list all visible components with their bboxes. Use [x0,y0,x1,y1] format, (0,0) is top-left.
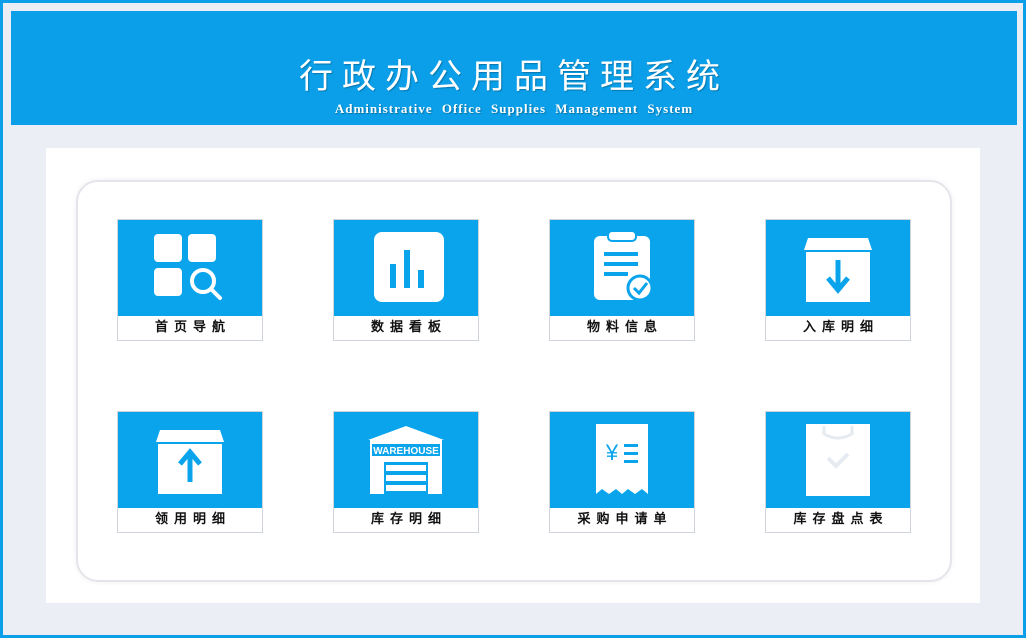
data-dashboard-button[interactable]: 数据看板 [333,219,479,341]
svg-text:¥: ¥ [605,440,619,465]
tile-label: 领用明细 [154,512,231,527]
bar-chart-icon [374,232,444,302]
header-banner: 行政办公用品管理系统 Administrative Office Supplie… [11,11,1017,125]
home-navigation-button[interactable]: 首页导航 [117,219,263,341]
dashboard-grid-search-icon [154,234,222,300]
app-title: 行政办公用品管理系统 [299,57,729,97]
inbound-details-button[interactable]: 入库明细 [765,219,911,341]
box-arrow-down-icon [804,238,872,302]
stocktake-sheet-button[interactable]: 库存盘点表 [765,411,911,533]
yen-receipt-icon: ¥ [596,424,648,494]
main-panel: 首页导航 数据看板 物料信息 入库明细 领用明细 WAREHOUSE 库存明细 … [46,148,980,603]
tile-label: 库存明细 [370,512,447,527]
box-arrow-up-icon [156,430,224,494]
requisition-details-button[interactable]: 领用明细 [117,411,263,533]
inventory-details-button[interactable]: WAREHOUSE 库存明细 [333,411,479,533]
tile-label: 数据看板 [370,320,447,335]
purchase-request-button[interactable]: ¥ 采购申请单 [549,411,695,533]
clipboard-check-icon [594,230,654,302]
material-info-button[interactable]: 物料信息 [549,219,695,341]
tile-label: 首页导航 [154,320,231,335]
app-subtitle: Administrative Office Supplies Managemen… [334,101,694,116]
warehouse-icon: WAREHOUSE [368,426,444,494]
svg-text:WAREHOUSE: WAREHOUSE [373,446,439,457]
tile-label: 入库明细 [802,320,879,335]
shopping-bag-check-icon [806,424,870,496]
tile-label: 库存盘点表 [793,512,889,527]
tile-label: 物料信息 [586,320,663,335]
tile-label: 采购申请单 [577,512,673,527]
